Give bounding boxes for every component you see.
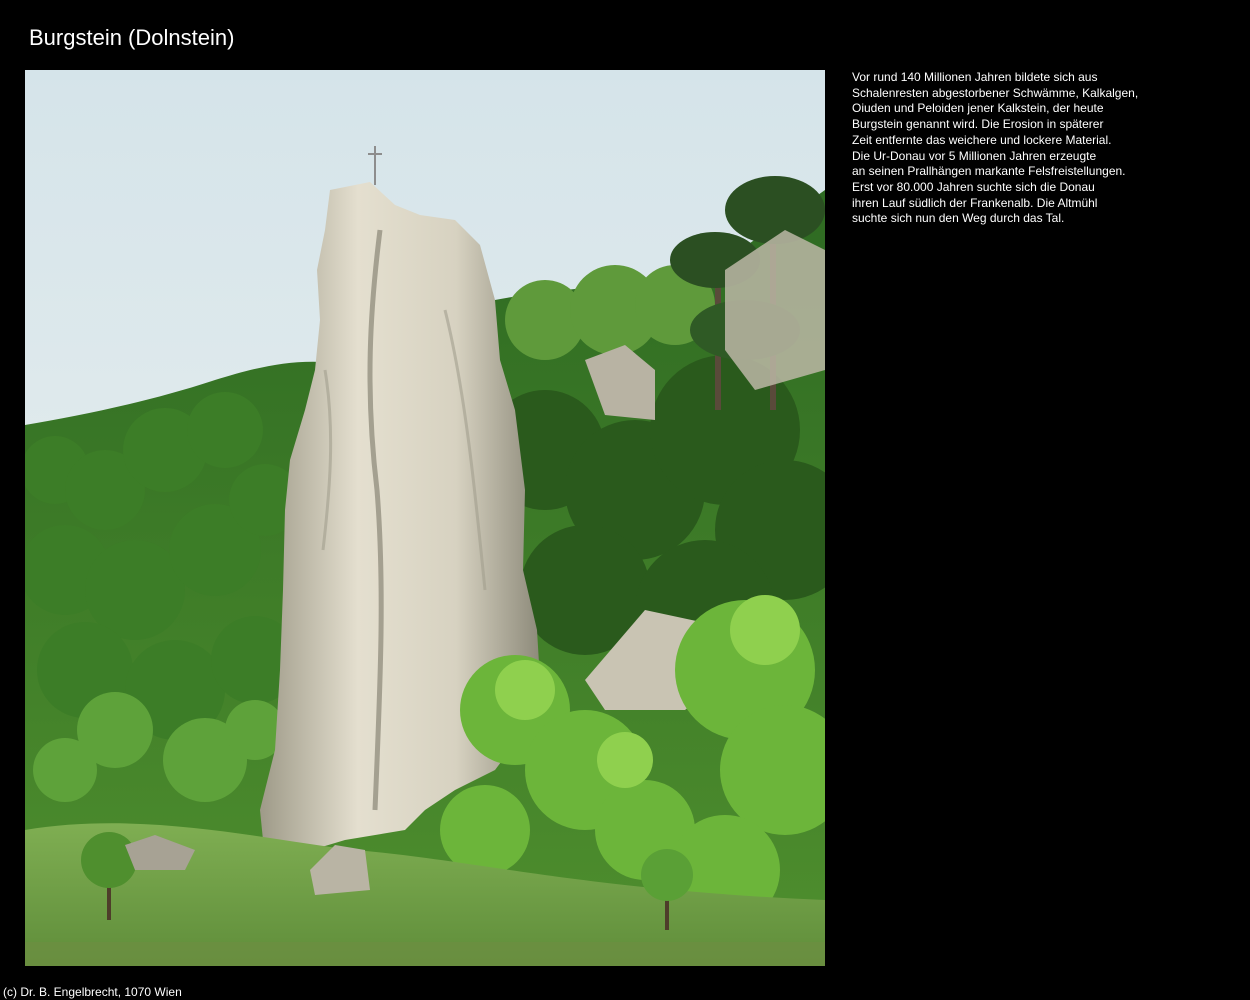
description-line: suchte sich nun den Weg durch das Tal.: [852, 211, 1065, 226]
description-line: Vor rund 140 Millionen Jahren bildete si…: [852, 70, 1098, 84]
description-line: Oiuden und Peloiden jener Kalkstein, der…: [852, 101, 1104, 116]
description-line: an seinen Prallhängen markante Felsfreis…: [852, 164, 1126, 179]
page-title: Burgstein (Dolnstein): [29, 25, 235, 50]
description-line: Schalenresten abgestorbener Schwämme, Ka…: [852, 85, 1139, 100]
description-line: Zeit entfernte das weichere und lockere …: [852, 132, 1112, 147]
description-text: Vor rund 140 Millionen Jahren bildete si…: [852, 70, 1152, 227]
description-line: ihren Lauf südlich der Frankenalb. Die A…: [852, 195, 1098, 210]
description-line: Burgstein genannt wird. Die Erosion in s…: [852, 117, 1104, 132]
photo-illustration: [25, 70, 825, 966]
photo-burgstein-rock: [25, 70, 825, 966]
description-line: Erst vor 80.000 Jahren suchte sich die D…: [852, 179, 1095, 194]
copyright-notice: (c) Dr. B. Engelbrecht, 1070 Wien: [3, 985, 182, 999]
description-line: Die Ur-Donau vor 5 Millionen Jahren erze…: [852, 148, 1097, 163]
